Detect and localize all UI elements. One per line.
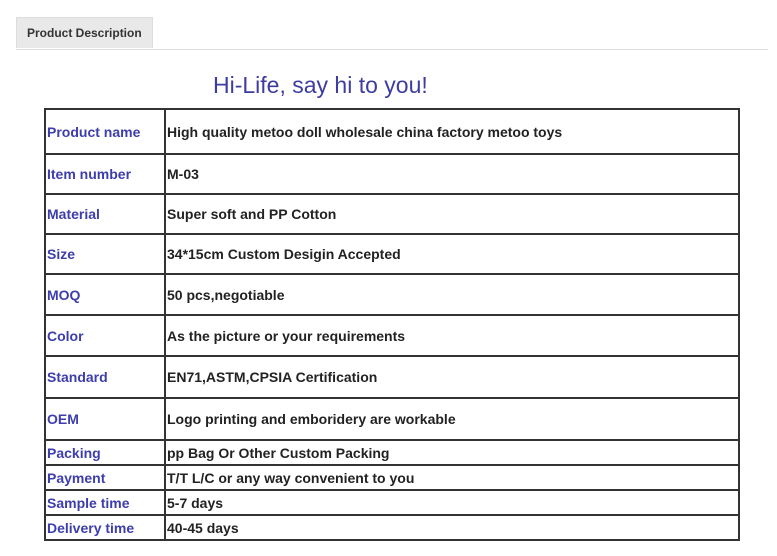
- tab-product-description[interactable]: Product Description: [16, 17, 153, 48]
- row-value: 34*15cm Custom Desigin Accepted: [164, 233, 740, 275]
- row-label: OEM: [44, 397, 166, 441]
- headline: Hi-Life, say hi to you!: [213, 72, 428, 98]
- row-label: Standard: [44, 355, 166, 399]
- row-label: Packing: [44, 439, 166, 466]
- row-value: 40-45 days: [164, 514, 740, 541]
- row-label: Item number: [44, 153, 166, 195]
- table-row: Material Super soft and PP Cotton: [44, 193, 740, 235]
- table-row: Product name High quality metoo doll who…: [44, 108, 740, 155]
- row-label: Payment: [44, 464, 166, 491]
- table-row: MOQ 50 pcs,negotiable: [44, 273, 740, 316]
- row-label: Material: [44, 193, 166, 235]
- row-value: 50 pcs,negotiable: [164, 273, 740, 316]
- row-value: pp Bag Or Other Custom Packing: [164, 439, 740, 466]
- row-label: Sample time: [44, 489, 166, 516]
- row-value: Logo printing and emboridery are workabl…: [164, 397, 740, 441]
- row-value: T/T L/C or any way convenient to you: [164, 464, 740, 491]
- row-value: M-03: [164, 153, 740, 195]
- table-row: Packing pp Bag Or Other Custom Packing: [44, 439, 740, 466]
- row-label: MOQ: [44, 273, 166, 316]
- table-row: OEM Logo printing and emboridery are wor…: [44, 397, 740, 441]
- row-value: EN71,ASTM,CPSIA Certification: [164, 355, 740, 399]
- row-value: As the picture or your requirements: [164, 314, 740, 357]
- row-value: High quality metoo doll wholesale china …: [164, 108, 740, 155]
- table-row: Size 34*15cm Custom Desigin Accepted: [44, 233, 740, 275]
- page: Product Description Hi-Life, say hi to y…: [0, 0, 777, 556]
- row-value: 5-7 days: [164, 489, 740, 516]
- row-label: Delivery time: [44, 514, 166, 541]
- table-row: Sample time 5-7 days: [44, 489, 740, 516]
- row-label: Size: [44, 233, 166, 275]
- table-row: Item number M-03: [44, 153, 740, 195]
- table-row: Delivery time 40-45 days: [44, 514, 740, 541]
- table-row: Standard EN71,ASTM,CPSIA Certification: [44, 355, 740, 399]
- row-value: Super soft and PP Cotton: [164, 193, 740, 235]
- row-label: Color: [44, 314, 166, 357]
- row-label: Product name: [44, 108, 166, 155]
- tab-bar: Product Description: [16, 17, 768, 50]
- table-row: Color As the picture or your requirement…: [44, 314, 740, 357]
- table-row: Payment T/T L/C or any way convenient to…: [44, 464, 740, 491]
- product-spec-table: Product name High quality metoo doll who…: [44, 108, 740, 541]
